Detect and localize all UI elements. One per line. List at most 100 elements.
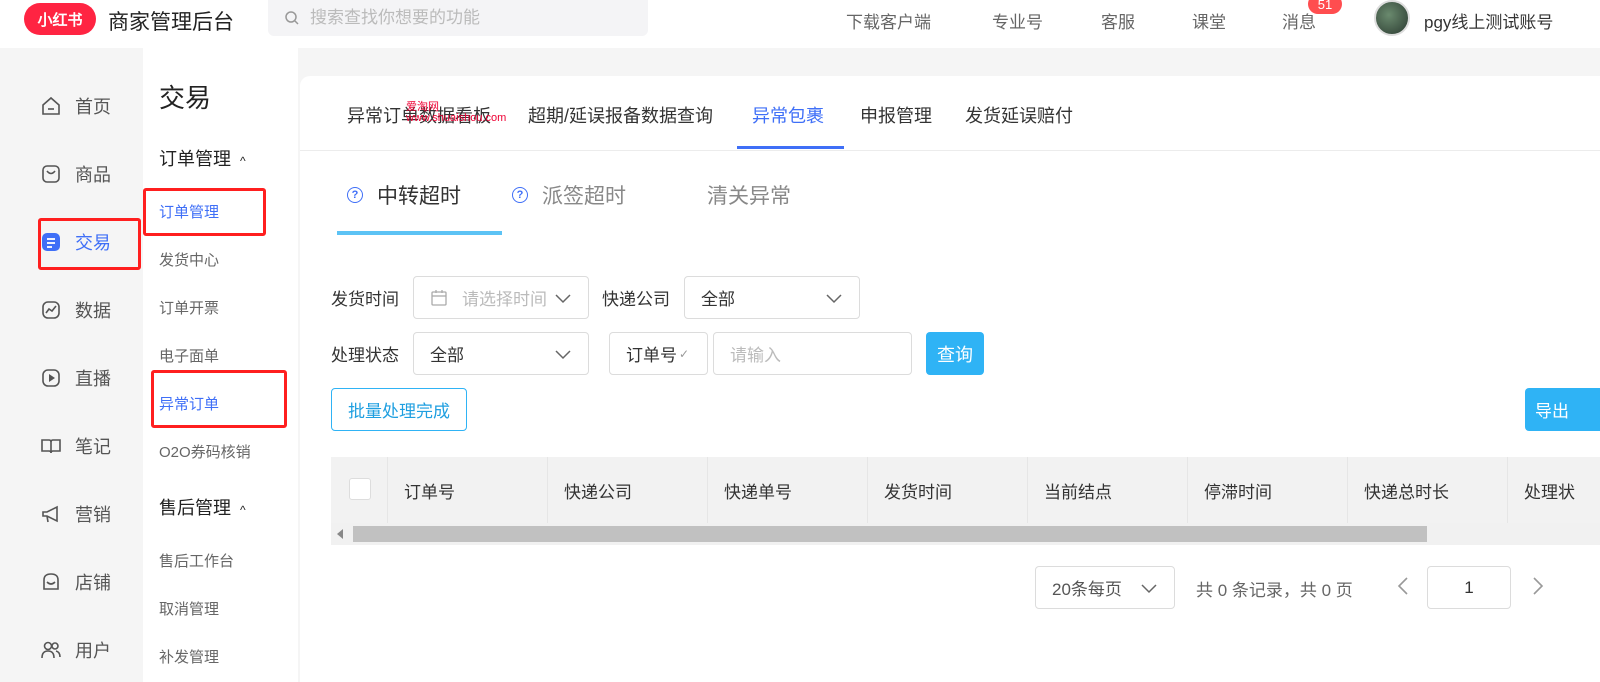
sidebar-item-store[interactable]: 店铺 [0, 562, 142, 602]
status-label: 处理状态 [331, 346, 399, 365]
status-value: 全部 [430, 346, 464, 365]
tab-delay-compensation[interactable]: 发货延误赔付 [965, 102, 1073, 128]
col-current-node: 当前结点 [1027, 457, 1187, 523]
batch-complete-button[interactable]: 批量处理完成 [331, 388, 467, 431]
subtab-label: 清关异常 [707, 185, 791, 208]
section-title: 交易 [159, 83, 212, 113]
sidebar-item-label: 首页 [75, 97, 111, 117]
bag-icon [40, 163, 62, 185]
username[interactable]: pgy线上测试账号 [1424, 8, 1553, 33]
pagination-summary: 共 0 条记录，共 0 页 [1196, 581, 1353, 600]
prev-page-icon[interactable] [1393, 574, 1413, 598]
sidebar-item-label: 交易 [75, 233, 111, 253]
sidebar-item-label: 用户 [75, 641, 111, 661]
next-page-icon[interactable] [1528, 574, 1548, 598]
subnav-item-cancel-management[interactable]: 取消管理 [159, 598, 219, 619]
col-order-number: 订单号 [387, 457, 547, 523]
col-tracking-number: 快递单号 [707, 457, 867, 523]
main-sidebar: 首页 商品 交易 数据 直播 笔记 营销 店铺 用户 [0, 48, 142, 682]
chevron-down-icon [555, 294, 571, 304]
sidebar-item-label: 店铺 [75, 573, 111, 593]
sidebar-item-home[interactable]: 首页 [0, 86, 142, 126]
message-count-badge: 51 [1308, 0, 1342, 14]
subnav-item-abnormal-orders[interactable]: 异常订单 [159, 393, 219, 414]
group-label: 订单管理 [159, 149, 231, 169]
sidebar-item-data[interactable]: 数据 [0, 290, 142, 330]
page-number-input[interactable] [1427, 566, 1511, 609]
group-order-management[interactable]: 订单管理 ^ [159, 145, 246, 171]
order-type-value: 订单号 [626, 346, 677, 365]
chevron-down-icon [1141, 584, 1157, 594]
page-size-select[interactable]: 20条每页 [1035, 566, 1175, 609]
nav-download-client[interactable]: 下载客户端 [846, 8, 931, 33]
subnav-item-order-invoice[interactable]: 订单开票 [159, 297, 219, 318]
subtab-customs-exception[interactable]: 清关异常 [707, 180, 791, 210]
select-all-checkbox[interactable] [349, 478, 371, 500]
sidebar-item-live[interactable]: 直播 [0, 358, 142, 398]
search-icon [285, 11, 299, 25]
megaphone-icon [40, 503, 62, 525]
scrollbar-thumb[interactable] [353, 526, 1427, 542]
sidebar-item-label: 数据 [75, 301, 111, 321]
order-number-placeholder: 请输入 [730, 346, 781, 365]
horizontal-scrollbar[interactable] [331, 523, 1600, 545]
chevron-up-icon: ^ [240, 154, 246, 168]
active-tab-indicator [737, 146, 844, 149]
subnav-item-shipping-center[interactable]: 发货中心 [159, 249, 219, 270]
sidebar-item-products[interactable]: 商品 [0, 154, 142, 194]
sidebar-item-label: 营销 [75, 505, 111, 525]
subnav-item-o2o-coupon[interactable]: O2O券码核销 [159, 441, 251, 462]
sidebar-item-users[interactable]: 用户 [0, 630, 142, 670]
book-icon [40, 435, 62, 457]
tab-abnormal-packages[interactable]: 异常包裹 [752, 102, 824, 128]
search-input[interactable] [310, 8, 630, 28]
subtab-transit-timeout[interactable]: ? 中转超时 [347, 180, 461, 210]
ship-time-picker[interactable]: 请选择时间 [413, 276, 589, 319]
courier-select[interactable]: 全部 [684, 276, 860, 319]
sidebar-item-label: 直播 [75, 369, 111, 389]
query-button[interactable]: 查询 [926, 332, 984, 375]
ship-time-placeholder: 请选择时间 [462, 290, 547, 309]
sidebar-item-trade[interactable]: 交易 [0, 222, 142, 262]
nav-customer-service[interactable]: 客服 [1101, 8, 1135, 33]
store-icon [40, 571, 62, 593]
search-bar[interactable] [268, 0, 648, 36]
primary-tabs: 异常订单数据看板 爱淘网 www.shuaishou.com 超期/延误报备数据… [300, 76, 1600, 151]
order-number-field[interactable]: 请输入 [713, 332, 912, 375]
users-icon [40, 639, 62, 661]
nav-classroom[interactable]: 课堂 [1192, 8, 1226, 33]
subnav-item-reshipment[interactable]: 补发管理 [159, 646, 219, 667]
nav-pro-account[interactable]: 专业号 [992, 8, 1043, 33]
chevron-up-icon: ^ [240, 503, 246, 517]
group-after-sales[interactable]: 售后管理 ^ [159, 494, 246, 520]
trade-icon [40, 231, 62, 253]
subnav-item-aftersales-workbench[interactable]: 售后工作台 [159, 550, 234, 571]
subtab-label: 派签超时 [542, 185, 626, 208]
group-label: 售后管理 [159, 498, 231, 518]
sidebar-item-notes[interactable]: 笔记 [0, 426, 142, 466]
avatar[interactable] [1374, 0, 1410, 36]
subnav-item-e-waybill[interactable]: 电子面单 [159, 345, 219, 366]
watermark: 爱淘网 www.shuaishou.com [406, 102, 506, 124]
subnav-item-order-management[interactable]: 订单管理 [159, 201, 219, 222]
subtab-delivery-timeout[interactable]: ? 派签超时 [512, 180, 626, 210]
subtab-label: 中转超时 [377, 185, 461, 208]
tab-overdue-report[interactable]: 超期/延误报备数据查询 [528, 102, 713, 128]
sub-sidebar: 交易 订单管理 ^ 订单管理 发货中心 订单开票 电子面单 异常订单 O2O券码… [143, 48, 298, 682]
chevron-down-icon [555, 350, 571, 360]
help-icon: ? [512, 187, 528, 203]
brand-logo[interactable]: 小红书 [24, 3, 96, 35]
status-select[interactable]: 全部 [413, 332, 589, 375]
export-button[interactable]: 导出 [1525, 388, 1600, 431]
col-process-status: 处理状 [1507, 457, 1600, 523]
table-header: 订单号 快递公司 快递单号 发货时间 当前结点 停滞时间 快递总时长 处理状 [331, 457, 1600, 523]
scroll-left-icon[interactable] [337, 529, 343, 539]
sidebar-item-marketing[interactable]: 营销 [0, 494, 142, 534]
watermark-line: www.shuaishou.com [406, 112, 507, 124]
main-panel: 异常订单数据看板 爱淘网 www.shuaishou.com 超期/延误报备数据… [300, 76, 1600, 682]
sidebar-item-label: 商品 [75, 165, 111, 185]
order-type-select[interactable]: 订单号 ✓ [609, 332, 708, 375]
tab-declaration[interactable]: 申报管理 [860, 102, 932, 128]
col-ship-time: 发货时间 [867, 457, 1027, 523]
col-courier: 快递公司 [547, 457, 707, 523]
